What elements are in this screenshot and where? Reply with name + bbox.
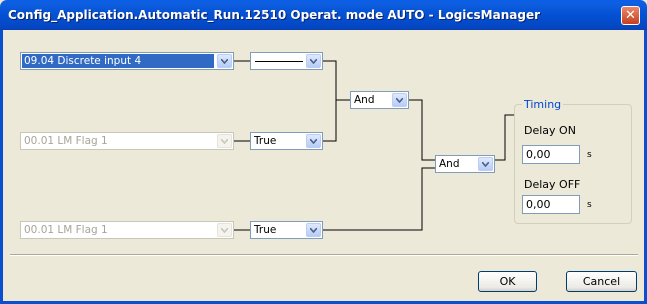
delay-off-field[interactable]: 0,00 — [522, 195, 580, 214]
chevron-down-icon[interactable] — [392, 93, 407, 107]
chevron-down-icon[interactable] — [217, 223, 232, 237]
delay-off-unit: s — [587, 200, 592, 210]
input-source-3-value: 00.01 LM Flag 1 — [24, 224, 108, 236]
operator-1-value: And — [354, 94, 375, 106]
chevron-down-icon[interactable] — [306, 223, 321, 237]
chevron-down-icon[interactable] — [217, 134, 232, 148]
sign-line-icon — [255, 61, 303, 62]
cancel-button[interactable]: Cancel — [566, 271, 637, 292]
operator-2-dropdown[interactable]: And — [435, 155, 495, 173]
input-source-1-dropdown[interactable]: 09.04 Discrete input 4 — [20, 52, 234, 70]
chevron-down-icon[interactable] — [306, 54, 321, 68]
chevron-down-icon[interactable] — [478, 157, 493, 171]
sign-selector-2-value: True — [254, 135, 277, 147]
timing-group-title: Timing — [522, 98, 564, 111]
operator-1-dropdown[interactable]: And — [350, 91, 409, 109]
delay-on-unit: s — [587, 150, 592, 160]
sign-selector-3-value: True — [254, 224, 277, 236]
ok-button[interactable]: OK — [478, 271, 537, 292]
sign-selector-3-dropdown[interactable]: True — [250, 221, 323, 239]
delay-on-field[interactable]: 0,00 — [522, 145, 580, 164]
separator — [10, 254, 638, 256]
input-source-2-value: 00.01 LM Flag 1 — [24, 135, 108, 147]
sign-selector-1-dropdown[interactable] — [250, 52, 323, 70]
input-source-3-dropdown[interactable]: 00.01 LM Flag 1 — [20, 221, 234, 239]
delay-off-label: Delay OFF — [524, 178, 581, 191]
chevron-down-icon[interactable] — [217, 54, 232, 68]
delay-on-label: Delay ON — [524, 124, 576, 137]
input-source-1-value: 09.04 Discrete input 4 — [22, 54, 214, 68]
operator-2-value: And — [439, 158, 460, 170]
input-source-2-dropdown[interactable]: 00.01 LM Flag 1 — [20, 132, 234, 150]
sign-selector-2-dropdown[interactable]: True — [250, 132, 323, 150]
delay-off-value: 0,00 — [526, 198, 551, 211]
chevron-down-icon[interactable] — [306, 134, 321, 148]
delay-on-value: 0,00 — [526, 148, 551, 161]
